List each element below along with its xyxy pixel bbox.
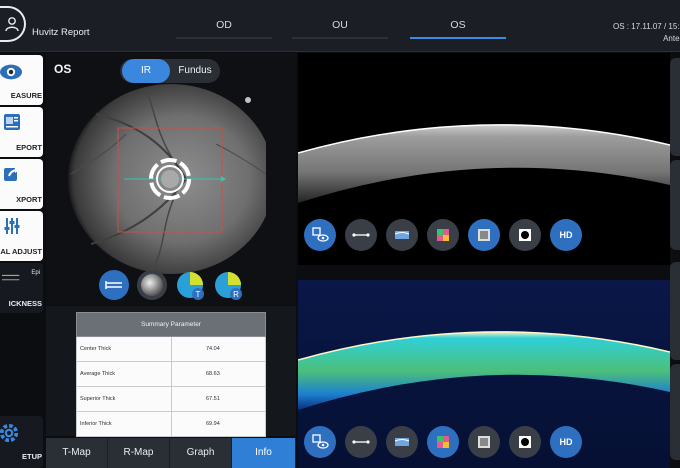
grayscale-icon xyxy=(478,229,490,241)
exam-type: Anteri xyxy=(663,34,680,43)
right-panel-tab[interactable] xyxy=(670,160,680,250)
eye-scan-button[interactable] xyxy=(304,219,336,251)
export-icon xyxy=(4,167,20,181)
right-panel-tab[interactable] xyxy=(670,364,680,460)
layer-button[interactable] xyxy=(386,219,418,251)
mode-badge-r: R xyxy=(233,290,239,299)
scan-line-button[interactable] xyxy=(99,270,129,300)
summary-label: Center Thick xyxy=(76,336,172,362)
gray-sphere-button[interactable] xyxy=(137,270,167,300)
invert-button[interactable] xyxy=(509,426,541,458)
eye-icon xyxy=(0,64,22,80)
table-row: Superior Thick 67.51 xyxy=(76,386,266,412)
sidebar-item-report[interactable]: EPORT xyxy=(0,107,43,157)
caliper-icon xyxy=(352,440,370,444)
gray-sphere-icon xyxy=(141,274,163,296)
thickness-sublabel: Epi xyxy=(31,270,40,276)
hd-label: HD xyxy=(559,437,573,447)
summary-value: 74.04 xyxy=(171,336,266,362)
invert-button[interactable] xyxy=(509,219,541,251)
tab-os[interactable]: OS xyxy=(410,19,506,39)
hd-label: HD xyxy=(559,230,573,240)
sidebar-item-label: XPORT xyxy=(16,195,42,204)
app-title: Huvitz Report xyxy=(32,27,90,38)
color-map-button[interactable] xyxy=(427,426,459,458)
sidebar-item-signal-adjust[interactable]: AL ADJUST xyxy=(0,211,43,261)
thickness-map-icon: R xyxy=(215,272,242,300)
thickness-map-r-button[interactable]: R xyxy=(213,270,243,300)
grayscale-button[interactable] xyxy=(468,426,500,458)
tab-os-label: OS xyxy=(450,19,466,31)
fundus-image[interactable] xyxy=(66,84,266,274)
color-map-button[interactable] xyxy=(427,219,459,251)
eye-side-label: OS xyxy=(54,62,72,76)
summary-label: Average Thick xyxy=(76,361,172,387)
sidebar: EASURE EPORT XPORT AL ADJUST Epi ICKNESS… xyxy=(0,53,44,468)
caliper-icon xyxy=(352,233,370,237)
summary-value: 67.51 xyxy=(171,386,266,412)
grayscale-button[interactable] xyxy=(468,219,500,251)
summary-label: Inferior Thick xyxy=(76,411,172,437)
tab-graph[interactable]: Graph xyxy=(170,438,232,468)
thickness-map-icon: T xyxy=(177,272,204,300)
color-map-icon xyxy=(437,436,449,448)
sidebar-item-export[interactable]: XPORT xyxy=(0,159,43,209)
tab-od-label: OD xyxy=(216,19,232,31)
report-icon xyxy=(4,114,20,130)
caliper-button[interactable] xyxy=(345,426,377,458)
right-panel-tab[interactable] xyxy=(670,262,680,360)
sidebar-item-label: ICKNESS xyxy=(8,299,42,308)
table-row: Center Thick 74.04 xyxy=(76,336,266,362)
layer-button[interactable] xyxy=(386,426,418,458)
layer-icon xyxy=(394,231,410,239)
tab-t-map[interactable]: T-Map xyxy=(46,438,108,468)
table-row: Inferior Thick 69.94 xyxy=(76,411,266,437)
sidebar-item-thickness[interactable]: Epi ICKNESS xyxy=(0,263,43,313)
ir-button[interactable]: IR xyxy=(122,59,170,83)
summary-title: Summary Parameter xyxy=(76,312,266,337)
eye-scan-button[interactable] xyxy=(304,426,336,458)
eye-scan-icon xyxy=(312,434,329,449)
marker-dot xyxy=(245,97,251,103)
tab-r-map[interactable]: R-Map xyxy=(108,438,170,468)
thickness-icon xyxy=(2,274,20,281)
sidebar-item-label: ETUP xyxy=(21,452,42,461)
fundus-button[interactable]: Fundus xyxy=(170,59,220,83)
color-map-icon xyxy=(437,229,449,241)
summary-table: Summary Parameter Center Thick 74.04 Aver… xyxy=(76,312,266,437)
caliper-button[interactable] xyxy=(345,219,377,251)
summary-value: 69.94 xyxy=(171,411,266,437)
tab-ou[interactable]: OU xyxy=(292,19,388,39)
thickness-map-t-button[interactable]: T xyxy=(175,270,205,300)
sidebar-item-setup[interactable]: ETUP xyxy=(0,416,43,468)
invert-icon xyxy=(519,436,531,448)
summary-value: 68.63 xyxy=(171,361,266,387)
invert-icon xyxy=(519,229,531,241)
hd-button[interactable]: HD xyxy=(550,426,582,458)
right-panel-tab[interactable] xyxy=(670,58,680,156)
tab-od[interactable]: OD xyxy=(176,19,272,39)
sliders-icon xyxy=(4,218,20,234)
exam-info: OS : 17.11.07 / 15:2 xyxy=(612,22,680,31)
table-row: Average Thick 68.63 xyxy=(76,361,266,387)
tab-info[interactable]: Info xyxy=(232,438,296,468)
image-mode-toggle: IR Fundus xyxy=(120,59,220,83)
mode-badge-t: T xyxy=(196,290,201,299)
grayscale-icon xyxy=(478,436,490,448)
hd-button[interactable]: HD xyxy=(550,219,582,251)
sidebar-item-measure[interactable]: EASURE xyxy=(0,55,43,105)
user-icon[interactable] xyxy=(0,6,26,42)
gear-icon xyxy=(0,423,19,443)
sidebar-item-label: AL ADJUST xyxy=(0,247,42,256)
summary-label: Superior Thick xyxy=(76,386,172,412)
sidebar-item-label: EPORT xyxy=(16,143,42,152)
scan-line-icon xyxy=(105,281,122,289)
layer-icon xyxy=(394,438,410,446)
tab-ou-label: OU xyxy=(332,19,348,31)
header-bar: Huvitz Report OD OU OS OS : 17.11.07 / 1… xyxy=(0,0,680,52)
sidebar-item-label: EASURE xyxy=(10,91,42,100)
eye-scan-icon xyxy=(312,227,329,242)
